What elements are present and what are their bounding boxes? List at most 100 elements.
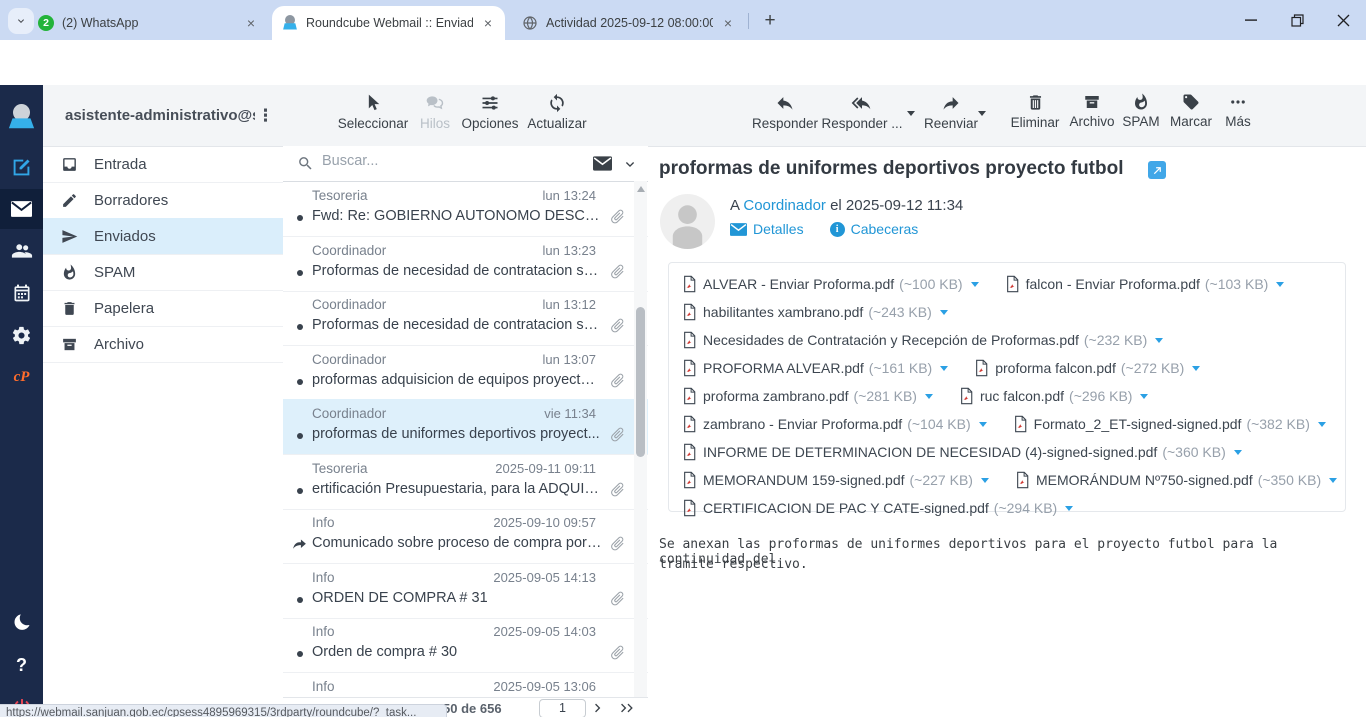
attachment-item[interactable]: ruc falcon.pdf (~296 KB) <box>959 387 1149 405</box>
roundcube-logo[interactable] <box>0 93 43 141</box>
details-link[interactable]: Detalles <box>753 221 804 237</box>
link-preview-statusbar: https://webmail.sanjuan.gob.ec/cpsess489… <box>0 704 447 717</box>
attachment-menu-caret[interactable] <box>979 422 987 427</box>
status-url-text: https://webmail.sanjuan.gob.ec/cpsess489… <box>6 705 446 717</box>
archive-icon <box>1065 93 1119 111</box>
attachment-menu-caret[interactable] <box>1192 366 1200 371</box>
message-date: 2025-09-11 09:11 <box>495 461 596 476</box>
attachment-name: ruc falcon.pdf <box>980 388 1064 404</box>
tab-actividad[interactable]: Actividad 2025-09-12 08:00:00 × <box>512 6 745 40</box>
attachment-item[interactable]: CERTIFICACION DE PAC Y CATE-signed.pdf (… <box>682 499 1073 517</box>
scroll-up-icon[interactable] <box>637 186 645 192</box>
attachment-item[interactable]: ALVEAR - Enviar Proforma.pdf (~100 KB) <box>682 275 979 293</box>
restore-button[interactable] <box>1274 0 1320 40</box>
tab-roundcube[interactable]: Roundcube Webmail :: Enviados × <box>272 6 505 40</box>
mark-button[interactable]: Marcar <box>1166 93 1216 129</box>
spam-button[interactable]: SPAM <box>1119 93 1163 129</box>
delete-button[interactable]: Eliminar <box>1006 93 1064 130</box>
threads-button[interactable]: Hilos <box>417 93 453 131</box>
next-page-button[interactable] <box>591 701 605 715</box>
calendar-button[interactable] <box>0 273 43 313</box>
attachment-item[interactable]: falcon - Enviar Proforma.pdf (~103 KB) <box>1005 275 1285 293</box>
cpanel-button[interactable]: cP <box>0 357 43 397</box>
attachment-item[interactable]: INFORME DE DETERMINACION DE NECESIDAD (4… <box>682 443 1242 461</box>
search-icon[interactable] <box>297 155 314 172</box>
folder-item-papelera[interactable]: Papelera <box>43 290 283 327</box>
message-row[interactable]: Info 2025-09-10 09:57 Comunicado sobre p… <box>283 508 648 564</box>
attachment-item[interactable]: PROFORMA ALVEAR.pdf (~161 KB) <box>682 359 948 377</box>
close-tab-icon[interactable]: × <box>719 14 737 32</box>
settings-button[interactable] <box>0 315 43 355</box>
attachment-menu-caret[interactable] <box>1318 422 1326 427</box>
attachment-menu-caret[interactable] <box>1276 282 1284 287</box>
account-menu-icon[interactable]: ⋮ <box>257 106 274 126</box>
attachment-item[interactable]: proforma falcon.pdf (~272 KB) <box>974 359 1200 377</box>
attachment-list: ALVEAR - Enviar Proforma.pdf (~100 KB) f… <box>668 262 1346 512</box>
folder-item-archivo[interactable]: Archivo <box>43 326 283 363</box>
message-row[interactable]: Info 2025-09-05 14:13 ORDEN DE COMPRA # … <box>283 563 648 619</box>
mail-button[interactable] <box>0 189 43 229</box>
attachment-item[interactable]: zambrano - Enviar Proforma.pdf (~104 KB) <box>682 415 987 433</box>
attachment-item[interactable]: Necesidades de Contratación y Recepción … <box>682 331 1163 349</box>
reply-all-button[interactable]: Responder ... <box>816 93 908 131</box>
message-row[interactable]: Coordinador lun 13:07 proformas adquisic… <box>283 345 648 401</box>
scrollbar-thumb[interactable] <box>636 307 645 457</box>
attachment-menu-caret[interactable] <box>1065 506 1073 511</box>
headers-link[interactable]: Cabeceras <box>851 221 919 237</box>
attachment-item[interactable]: proforma zambrano.pdf (~281 KB) <box>682 387 933 405</box>
recipient-link[interactable]: Coordinador <box>743 197 826 214</box>
forward-button[interactable]: Reenviar <box>920 93 982 131</box>
close-tab-icon[interactable]: × <box>242 14 260 32</box>
attachment-menu-caret[interactable] <box>940 310 948 315</box>
list-scrollbar[interactable] <box>634 181 647 717</box>
message-row[interactable]: Info 2025-09-05 14:03 Orden de compra # … <box>283 617 648 673</box>
new-tab-button[interactable]: + <box>758 9 782 33</box>
reply-all-menu-caret[interactable] <box>907 111 915 116</box>
message-date: 2025-09-05 14:13 <box>493 570 596 585</box>
attachment-menu-caret[interactable] <box>1234 450 1242 455</box>
attachment-menu-caret[interactable] <box>971 282 979 287</box>
tab-whatsapp[interactable]: 2 (2) WhatsApp × <box>28 6 268 40</box>
folder-item-borradores[interactable]: Borradores <box>43 182 283 219</box>
select-button[interactable]: Seleccionar <box>335 93 411 131</box>
account-header[interactable]: asistente-administrativo@sa... ⋮ <box>43 85 283 147</box>
attachment-menu-caret[interactable] <box>1155 338 1163 343</box>
close-window-button[interactable] <box>1320 0 1366 40</box>
folder-item-enviados[interactable]: Enviados <box>43 218 283 255</box>
search-options-chevron-icon[interactable] <box>623 157 637 171</box>
message-row[interactable]: Tesoreria 2025-09-11 09:11 ertificación … <box>283 454 648 510</box>
folder-item-spam[interactable]: SPAM <box>43 254 283 291</box>
message-row[interactable]: Coordinador lun 13:12 Proformas de neces… <box>283 290 648 346</box>
attachment-item[interactable]: Formato_2_ET-signed-signed.pdf (~382 KB) <box>1013 415 1326 433</box>
forward-menu-caret[interactable] <box>978 111 986 116</box>
attachment-menu-caret[interactable] <box>1329 478 1337 483</box>
more-button[interactable]: Más <box>1218 93 1258 129</box>
attachment-item[interactable]: MEMORANDUM 159-signed.pdf (~227 KB) <box>682 471 989 489</box>
folder-item-entrada[interactable]: Entrada <box>43 146 283 183</box>
options-button[interactable]: Opciones <box>459 93 521 131</box>
attachment-item[interactable]: habilitantes xambrano.pdf (~243 KB) <box>682 303 948 321</box>
refresh-button[interactable]: Actualizar <box>523 93 591 131</box>
darkmode-button[interactable] <box>0 603 43 643</box>
attachment-menu-caret[interactable] <box>981 478 989 483</box>
message-row[interactable]: Coordinador lun 13:23 Proformas de neces… <box>283 236 648 292</box>
help-button[interactable]: ? <box>0 645 43 685</box>
last-page-button[interactable] <box>618 701 637 715</box>
message-row[interactable]: Tesoreria lun 13:24 Fwd: Re: GOBIERNO AU… <box>283 181 648 237</box>
account-name: asistente-administrativo@sa... <box>65 107 255 124</box>
attachment-menu-caret[interactable] <box>1140 394 1148 399</box>
minimize-button[interactable] <box>1228 0 1274 40</box>
attachment-menu-caret[interactable] <box>925 394 933 399</box>
attachment-menu-caret[interactable] <box>940 366 948 371</box>
close-tab-icon[interactable]: × <box>479 14 497 32</box>
search-scope-mail-icon[interactable] <box>593 156 612 171</box>
reply-button[interactable]: Responder <box>750 93 820 131</box>
search-input[interactable] <box>320 152 554 170</box>
compose-button[interactable] <box>0 147 43 187</box>
page-number-box[interactable]: 1 <box>539 699 586 717</box>
message-row-selected[interactable]: Coordinador vie 11:34 proformas de unifo… <box>283 399 648 455</box>
contacts-button[interactable] <box>0 231 43 271</box>
open-in-new-window-icon[interactable] <box>1148 161 1166 179</box>
attachment-item[interactable]: MEMORÁNDUM Nº750-signed.pdf (~350 KB) <box>1015 471 1337 489</box>
archive-button[interactable]: Archivo <box>1065 93 1119 129</box>
